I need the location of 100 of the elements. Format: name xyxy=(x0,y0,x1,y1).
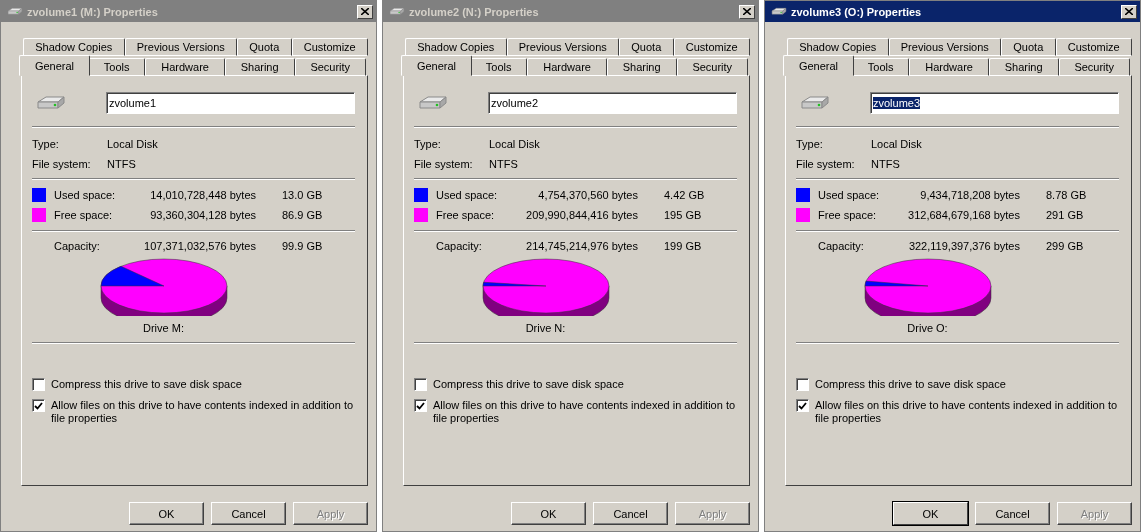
capacity-bytes: 214,745,214,976 bytes xyxy=(525,240,638,252)
checkbox-label: Allow files on this drive to have contents indexed in addition to file properties xyxy=(433,399,737,425)
info-label: File system: xyxy=(32,158,92,170)
tab[interactable]: Tools xyxy=(469,58,528,76)
close-button[interactable] xyxy=(357,4,373,19)
tab[interactable]: Hardware xyxy=(909,58,989,76)
drive-icon xyxy=(7,7,23,16)
info-label: File system: xyxy=(796,158,856,170)
info-label: Type: xyxy=(32,138,60,150)
window-title: zvolume2 (N:) Properties xyxy=(409,5,540,18)
checkbox-label: Compress this drive to save disk space xyxy=(815,378,1006,391)
space-size: 291 GB xyxy=(1045,209,1085,221)
volume-name-field[interactable]: zvolume2 xyxy=(488,92,737,114)
window-title: zvolume3 (O:) Properties xyxy=(791,5,923,18)
info-value: NTFS xyxy=(107,158,137,170)
info-label: Type: xyxy=(414,138,442,150)
tab[interactable]: Customize xyxy=(1055,38,1132,56)
tab[interactable]: Tools xyxy=(87,58,146,76)
tab[interactable]: Hardware xyxy=(527,58,607,76)
tab[interactable]: Security xyxy=(1058,58,1130,76)
tab[interactable]: Customize xyxy=(673,38,750,56)
tab[interactable]: Shadow Copies xyxy=(787,38,889,56)
checkbox-label: Compress this drive to save disk space xyxy=(51,378,242,391)
checkbox[interactable] xyxy=(414,378,427,391)
checkbox[interactable] xyxy=(414,399,427,412)
dialog-button[interactable]: OK xyxy=(893,502,968,525)
drive-icon xyxy=(36,95,66,111)
capacity-size: 299 GB xyxy=(1045,240,1085,252)
tab[interactable]: General xyxy=(783,55,854,76)
tab[interactable]: Previous Versions xyxy=(124,38,238,56)
checkbox[interactable] xyxy=(32,378,45,391)
drive-label: Drive O: xyxy=(907,322,948,334)
info-value: NTFS xyxy=(871,158,901,170)
drive-label: Drive N: xyxy=(525,322,566,334)
tab[interactable]: Sharing xyxy=(224,58,295,76)
space-size: 195 GB xyxy=(663,209,703,221)
space-label: Used space: xyxy=(818,189,881,201)
info-label: Type: xyxy=(796,138,824,150)
checkbox-label: Allow files on this drive to have contents indexed in addition to file properties xyxy=(815,399,1119,425)
dialog-button[interactable]: Cancel xyxy=(975,502,1050,525)
space-bytes: 4,754,370,560 bytes xyxy=(537,189,638,201)
capacity-bytes: 322,119,397,376 bytes xyxy=(907,240,1020,252)
close-icon xyxy=(743,8,751,15)
drive-icon xyxy=(771,7,787,16)
tab[interactable]: Sharing xyxy=(988,58,1059,76)
tab[interactable]: Security xyxy=(676,58,748,76)
space-bytes: 14,010,728,448 bytes xyxy=(149,189,256,201)
close-icon xyxy=(1125,8,1133,15)
info-value: Local Disk xyxy=(489,138,541,150)
tab[interactable]: General xyxy=(401,55,472,76)
dialog-button[interactable]: Cancel xyxy=(593,502,668,525)
capacity-label: Capacity: xyxy=(54,240,101,252)
space-size: 4.42 GB xyxy=(663,189,706,201)
space-label: Free space: xyxy=(436,209,496,221)
info-value: NTFS xyxy=(489,158,519,170)
tab[interactable]: Security xyxy=(294,58,366,76)
tab[interactable]: Customize xyxy=(291,38,368,56)
checkbox[interactable] xyxy=(796,378,809,391)
space-label: Free space: xyxy=(54,209,114,221)
space-bytes: 9,434,718,208 bytes xyxy=(919,189,1020,201)
tab[interactable]: Quota xyxy=(237,38,292,56)
tab[interactable]: Shadow Copies xyxy=(405,38,507,56)
drive-label: Drive M: xyxy=(143,322,184,334)
space-size: 8.78 GB xyxy=(1045,189,1088,201)
tab[interactable]: Shadow Copies xyxy=(23,38,125,56)
space-label: Used space: xyxy=(436,189,499,201)
space-label: Used space: xyxy=(54,189,117,201)
tab[interactable]: Sharing xyxy=(606,58,677,76)
tab[interactable]: Previous Versions xyxy=(888,38,1002,56)
close-icon xyxy=(361,8,369,15)
info-label: File system: xyxy=(414,158,474,170)
tab[interactable]: Tools xyxy=(851,58,910,76)
tab[interactable]: General xyxy=(19,55,90,76)
tab[interactable]: Hardware xyxy=(145,58,225,76)
tab[interactable]: Quota xyxy=(1001,38,1056,56)
checkbox[interactable] xyxy=(32,399,45,412)
capacity-label: Capacity: xyxy=(436,240,483,252)
close-button[interactable] xyxy=(1121,4,1137,19)
info-value: Local Disk xyxy=(871,138,923,150)
capacity-size: 99.9 GB xyxy=(281,240,324,252)
window-title: zvolume1 (M:) Properties xyxy=(27,5,159,18)
space-bytes: 93,360,304,128 bytes xyxy=(149,209,256,221)
drive-icon xyxy=(800,95,830,111)
capacity-size: 199 GB xyxy=(663,240,703,252)
dialog-button[interactable]: Cancel xyxy=(211,502,286,525)
space-bytes: 312,684,679,168 bytes xyxy=(907,209,1020,221)
info-value: Local Disk xyxy=(107,138,159,150)
checkbox-label: Allow files on this drive to have contents indexed in addition to file properties xyxy=(51,399,355,425)
tab[interactable]: Previous Versions xyxy=(506,38,620,56)
dialog-button[interactable]: OK xyxy=(129,502,204,525)
tab[interactable]: Quota xyxy=(619,38,674,56)
checkbox-label: Compress this drive to save disk space xyxy=(433,378,624,391)
dialog-button[interactable]: OK xyxy=(511,502,586,525)
space-size: 13.0 GB xyxy=(281,189,324,201)
drive-icon xyxy=(418,95,448,111)
drive-icon xyxy=(389,7,405,16)
volume-name-field[interactable]: zvolume1 xyxy=(106,92,355,114)
close-button[interactable] xyxy=(739,4,755,19)
checkbox[interactable] xyxy=(796,399,809,412)
volume-name-field[interactable]: zvolume3 xyxy=(870,92,1119,114)
